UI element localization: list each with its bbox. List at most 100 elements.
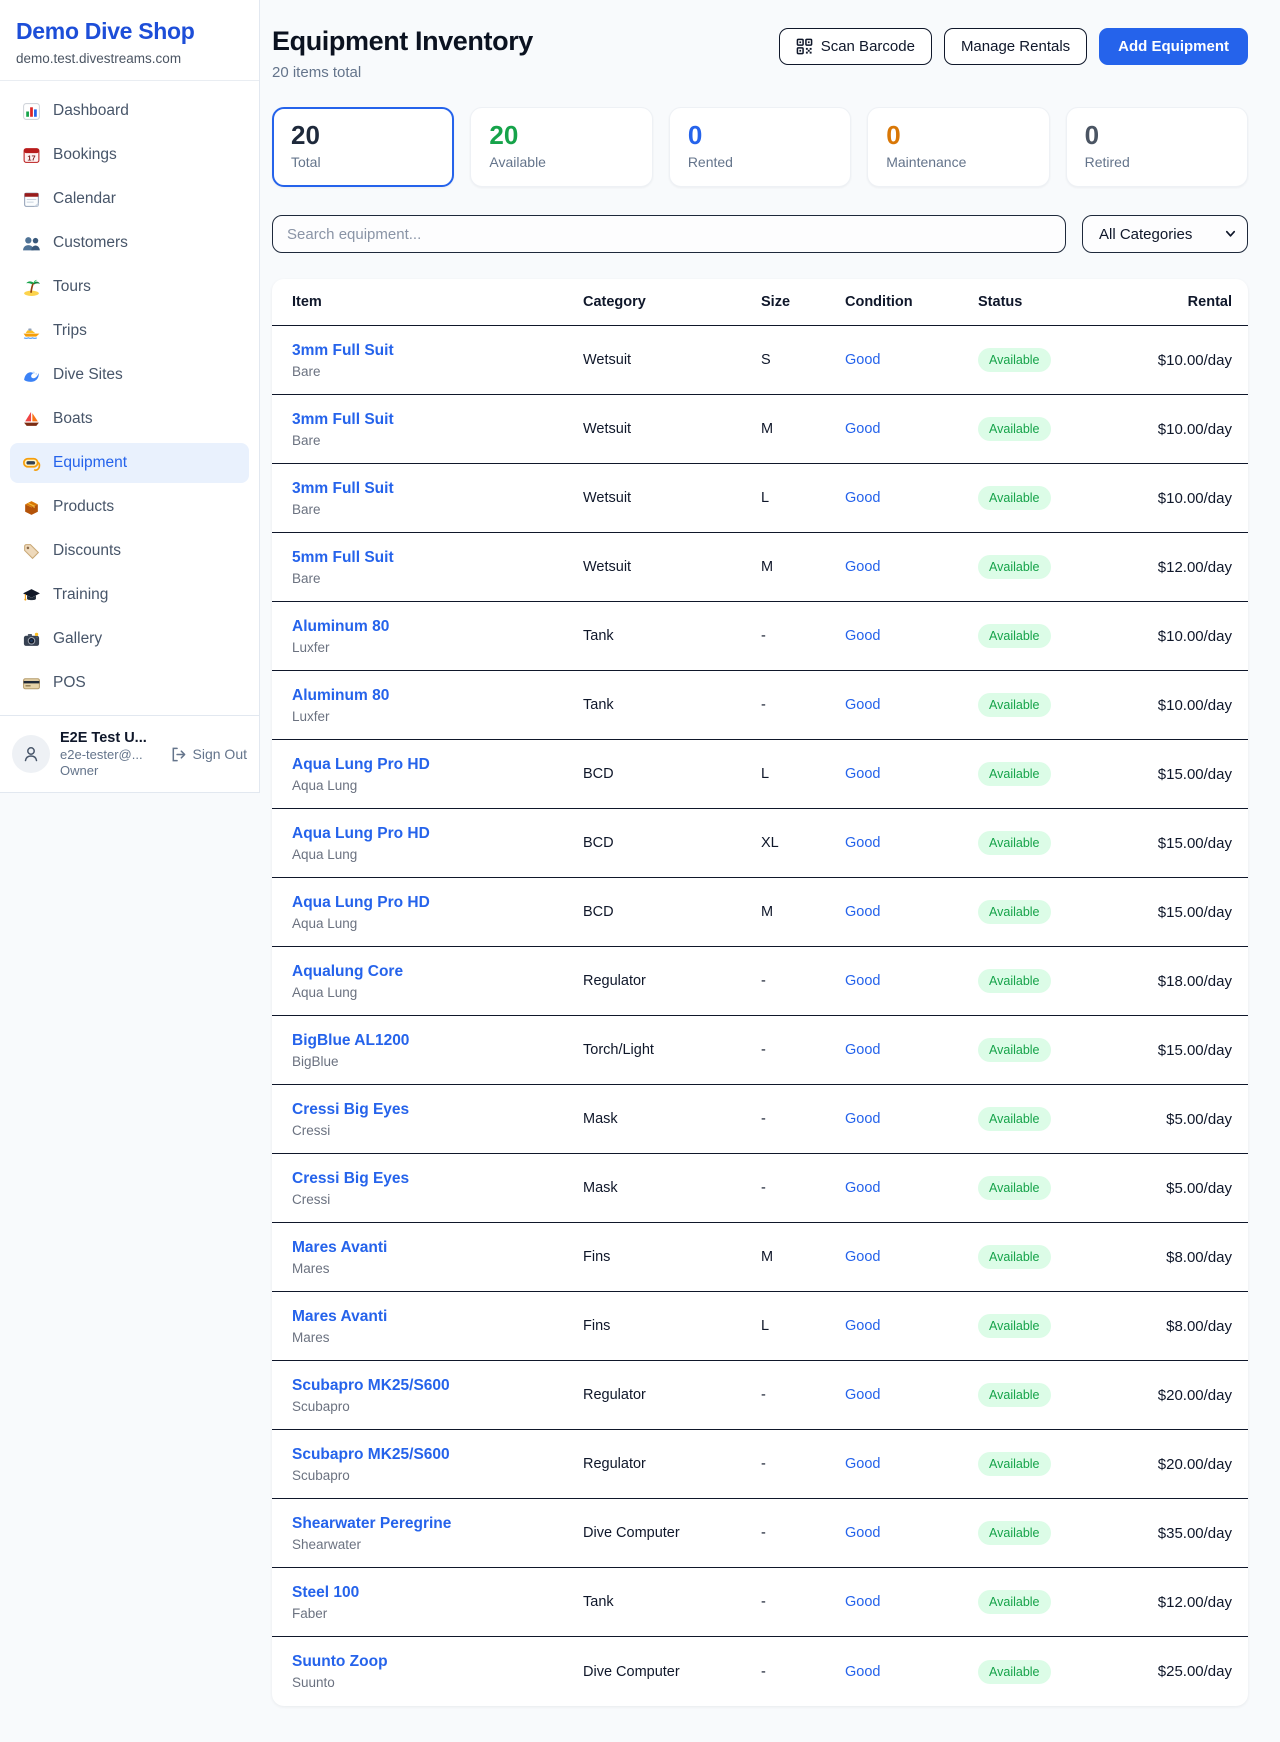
item-link[interactable]: 3mm Full Suit: [292, 342, 394, 360]
manage-rentals-button[interactable]: Manage Rentals: [944, 28, 1087, 65]
sidebar-item-discounts[interactable]: Discounts: [10, 531, 249, 571]
item-link[interactable]: Aqua Lung Pro HD: [292, 825, 430, 843]
table-row: Aluminum 80 Luxfer Tank - Good Available…: [272, 671, 1248, 740]
item-cell: Cressi Big Eyes Cressi: [292, 1170, 583, 1207]
sidebar-item-label: Calendar: [53, 190, 116, 208]
size-cell: L: [761, 1318, 845, 1334]
condition-link[interactable]: Good: [845, 1111, 880, 1127]
item-link[interactable]: Steel 100: [292, 1584, 359, 1602]
item-link[interactable]: Shearwater Peregrine: [292, 1515, 451, 1533]
item-link[interactable]: Aqualung Core: [292, 963, 403, 981]
item-link[interactable]: Cressi Big Eyes: [292, 1170, 409, 1188]
category-cell: Fins: [583, 1318, 761, 1334]
table-row: Suunto Zoop Suunto Dive Computer - Good …: [272, 1637, 1248, 1706]
sidebar-item-tours[interactable]: Tours: [10, 267, 249, 307]
condition-link[interactable]: Good: [845, 904, 880, 920]
condition-link[interactable]: Good: [845, 973, 880, 989]
item-link[interactable]: Aluminum 80: [292, 687, 389, 705]
condition-link[interactable]: Good: [845, 1042, 880, 1058]
status-badge: Available: [978, 1521, 1051, 1545]
table-row: Scubapro MK25/S600 Scubapro Regulator - …: [272, 1430, 1248, 1499]
condition-link[interactable]: Good: [845, 490, 880, 506]
sidebar-item-dashboard[interactable]: Dashboard: [10, 91, 249, 131]
sidebar-item-bookings[interactable]: 17 Bookings: [10, 135, 249, 175]
condition-link[interactable]: Good: [845, 766, 880, 782]
condition-link[interactable]: Good: [845, 1180, 880, 1196]
condition-link[interactable]: Good: [845, 1456, 880, 1472]
category-cell: Tank: [583, 628, 761, 644]
item-link[interactable]: Suunto Zoop: [292, 1653, 388, 1671]
condition-link[interactable]: Good: [845, 697, 880, 713]
rental-cell: $8.00/day: [1154, 1249, 1232, 1266]
item-link[interactable]: Aluminum 80: [292, 618, 389, 636]
search-input[interactable]: [272, 215, 1066, 253]
item-link[interactable]: Aqua Lung Pro HD: [292, 894, 430, 912]
category-cell: BCD: [583, 766, 761, 782]
item-brand: Bare: [292, 364, 583, 379]
category-cell: Mask: [583, 1111, 761, 1127]
sidebar-item-boats[interactable]: Boats: [10, 399, 249, 439]
stat-card-rented[interactable]: 0 Rented: [669, 107, 851, 187]
condition-link[interactable]: Good: [845, 1318, 880, 1334]
stat-card-available[interactable]: 20 Available: [470, 107, 652, 187]
category-cell: Mask: [583, 1180, 761, 1196]
condition-link[interactable]: Good: [845, 1664, 880, 1680]
stat-label-maintenance: Maintenance: [886, 154, 1030, 170]
add-equipment-button[interactable]: Add Equipment: [1099, 28, 1248, 65]
item-link[interactable]: 3mm Full Suit: [292, 411, 394, 429]
sidebar-item-trips[interactable]: Trips: [10, 311, 249, 351]
column-header-size: Size: [761, 294, 845, 310]
rental-cell: $20.00/day: [1154, 1387, 1232, 1404]
item-link[interactable]: Mares Avanti: [292, 1308, 387, 1326]
item-cell: 3mm Full Suit Bare: [292, 342, 583, 379]
scan-barcode-button[interactable]: Scan Barcode: [779, 28, 932, 65]
size-cell: M: [761, 1249, 845, 1265]
stat-card-total[interactable]: 20 Total: [272, 107, 454, 187]
item-link[interactable]: 3mm Full Suit: [292, 480, 394, 498]
condition-link[interactable]: Good: [845, 352, 880, 368]
bookings-calendar-icon: 17: [22, 146, 41, 165]
rental-cell: $10.00/day: [1154, 628, 1232, 645]
sidebar-item-products[interactable]: Products: [10, 487, 249, 527]
sidebar-item-equipment[interactable]: Equipment: [10, 443, 249, 483]
item-link[interactable]: Mares Avanti: [292, 1239, 387, 1257]
item-link[interactable]: Cressi Big Eyes: [292, 1101, 409, 1119]
sidebar-item-calendar[interactable]: Calendar: [10, 179, 249, 219]
sidebar-item-gallery[interactable]: Gallery: [10, 619, 249, 659]
sidebar-item-label: Tours: [53, 278, 91, 296]
item-link[interactable]: 5mm Full Suit: [292, 549, 394, 567]
item-brand: Aqua Lung: [292, 985, 583, 1000]
condition-link[interactable]: Good: [845, 1525, 880, 1541]
item-link[interactable]: Scubapro MK25/S600: [292, 1377, 450, 1395]
condition-link[interactable]: Good: [845, 421, 880, 437]
sidebar-item-pos[interactable]: POS: [10, 663, 249, 703]
condition-link[interactable]: Good: [845, 835, 880, 851]
item-link[interactable]: BigBlue AL1200: [292, 1032, 409, 1050]
sidebar-item-training[interactable]: Training: [10, 575, 249, 615]
sidebar-item-customers[interactable]: Customers: [10, 223, 249, 263]
page-title-block: Equipment Inventory 20 items total: [272, 26, 533, 81]
item-link[interactable]: Scubapro MK25/S600: [292, 1446, 450, 1464]
item-link[interactable]: Aqua Lung Pro HD: [292, 756, 430, 774]
sidebar-item-dive-sites[interactable]: Dive Sites: [10, 355, 249, 395]
category-cell: Regulator: [583, 973, 761, 989]
condition-link[interactable]: Good: [845, 559, 880, 575]
condition-link[interactable]: Good: [845, 1594, 880, 1610]
avatar: [12, 735, 50, 773]
sign-out-button[interactable]: Sign Out: [170, 746, 247, 763]
column-header-item: Item: [292, 294, 583, 310]
condition-link[interactable]: Good: [845, 1387, 880, 1403]
stat-value-total: 20: [291, 121, 435, 151]
stat-card-retired[interactable]: 0 Retired: [1066, 107, 1248, 187]
palm-island-icon: [22, 278, 41, 297]
status-badge: Available: [978, 1590, 1051, 1614]
column-header-category: Category: [583, 294, 761, 310]
stat-label-total: Total: [291, 154, 435, 170]
table-row: 3mm Full Suit Bare Wetsuit L Good Availa…: [272, 464, 1248, 533]
condition-link[interactable]: Good: [845, 1249, 880, 1265]
condition-link[interactable]: Good: [845, 628, 880, 644]
person-icon: [21, 744, 41, 764]
category-select[interactable]: All Categories: [1082, 215, 1248, 253]
stat-card-maintenance[interactable]: 0 Maintenance: [867, 107, 1049, 187]
page-header: Equipment Inventory 20 items total Scan …: [272, 26, 1248, 81]
